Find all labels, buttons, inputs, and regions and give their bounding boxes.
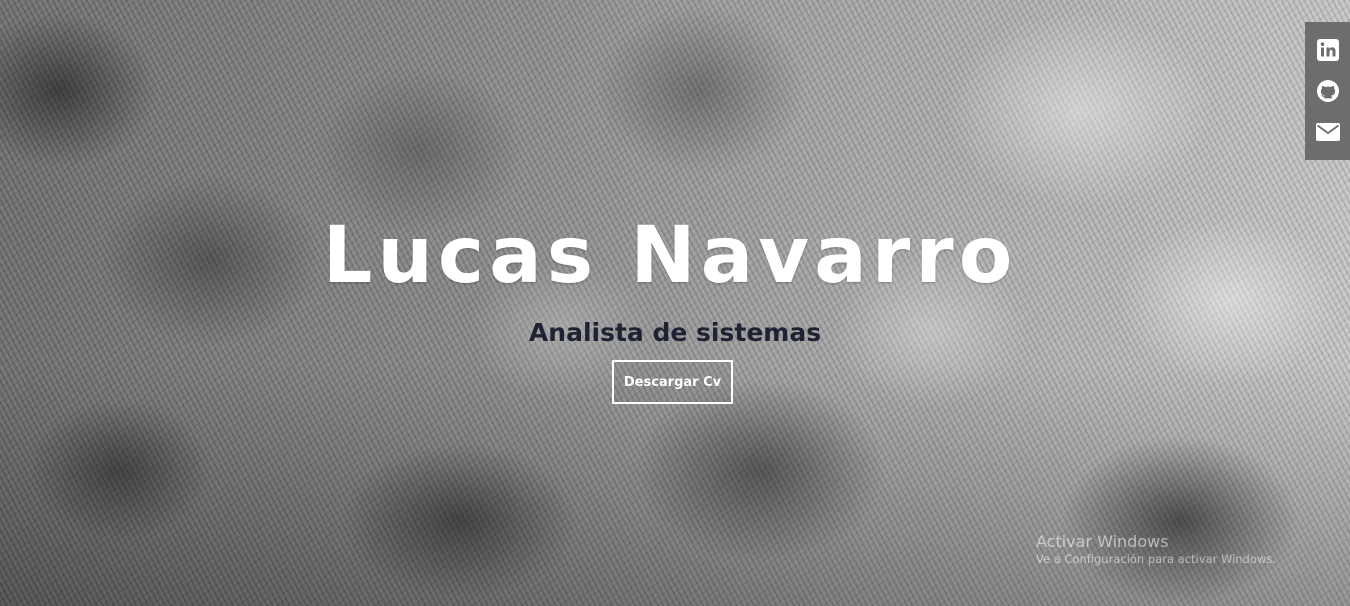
social-sidebar <box>1305 22 1350 160</box>
hero-subtitle: Analista de sistemas <box>528 318 822 347</box>
github-icon <box>1316 79 1340 103</box>
linkedin-link[interactable] <box>1315 37 1341 63</box>
hero-content: Lucas Navarro Analista de sistemas Desca… <box>0 0 1350 606</box>
github-link[interactable] <box>1315 78 1341 104</box>
email-link[interactable] <box>1315 119 1341 145</box>
email-icon <box>1315 122 1340 142</box>
linkedin-icon <box>1316 39 1339 62</box>
download-cv-button[interactable]: Descargar Cv <box>612 360 733 404</box>
hero-name: Lucas Navarro <box>322 211 1018 301</box>
